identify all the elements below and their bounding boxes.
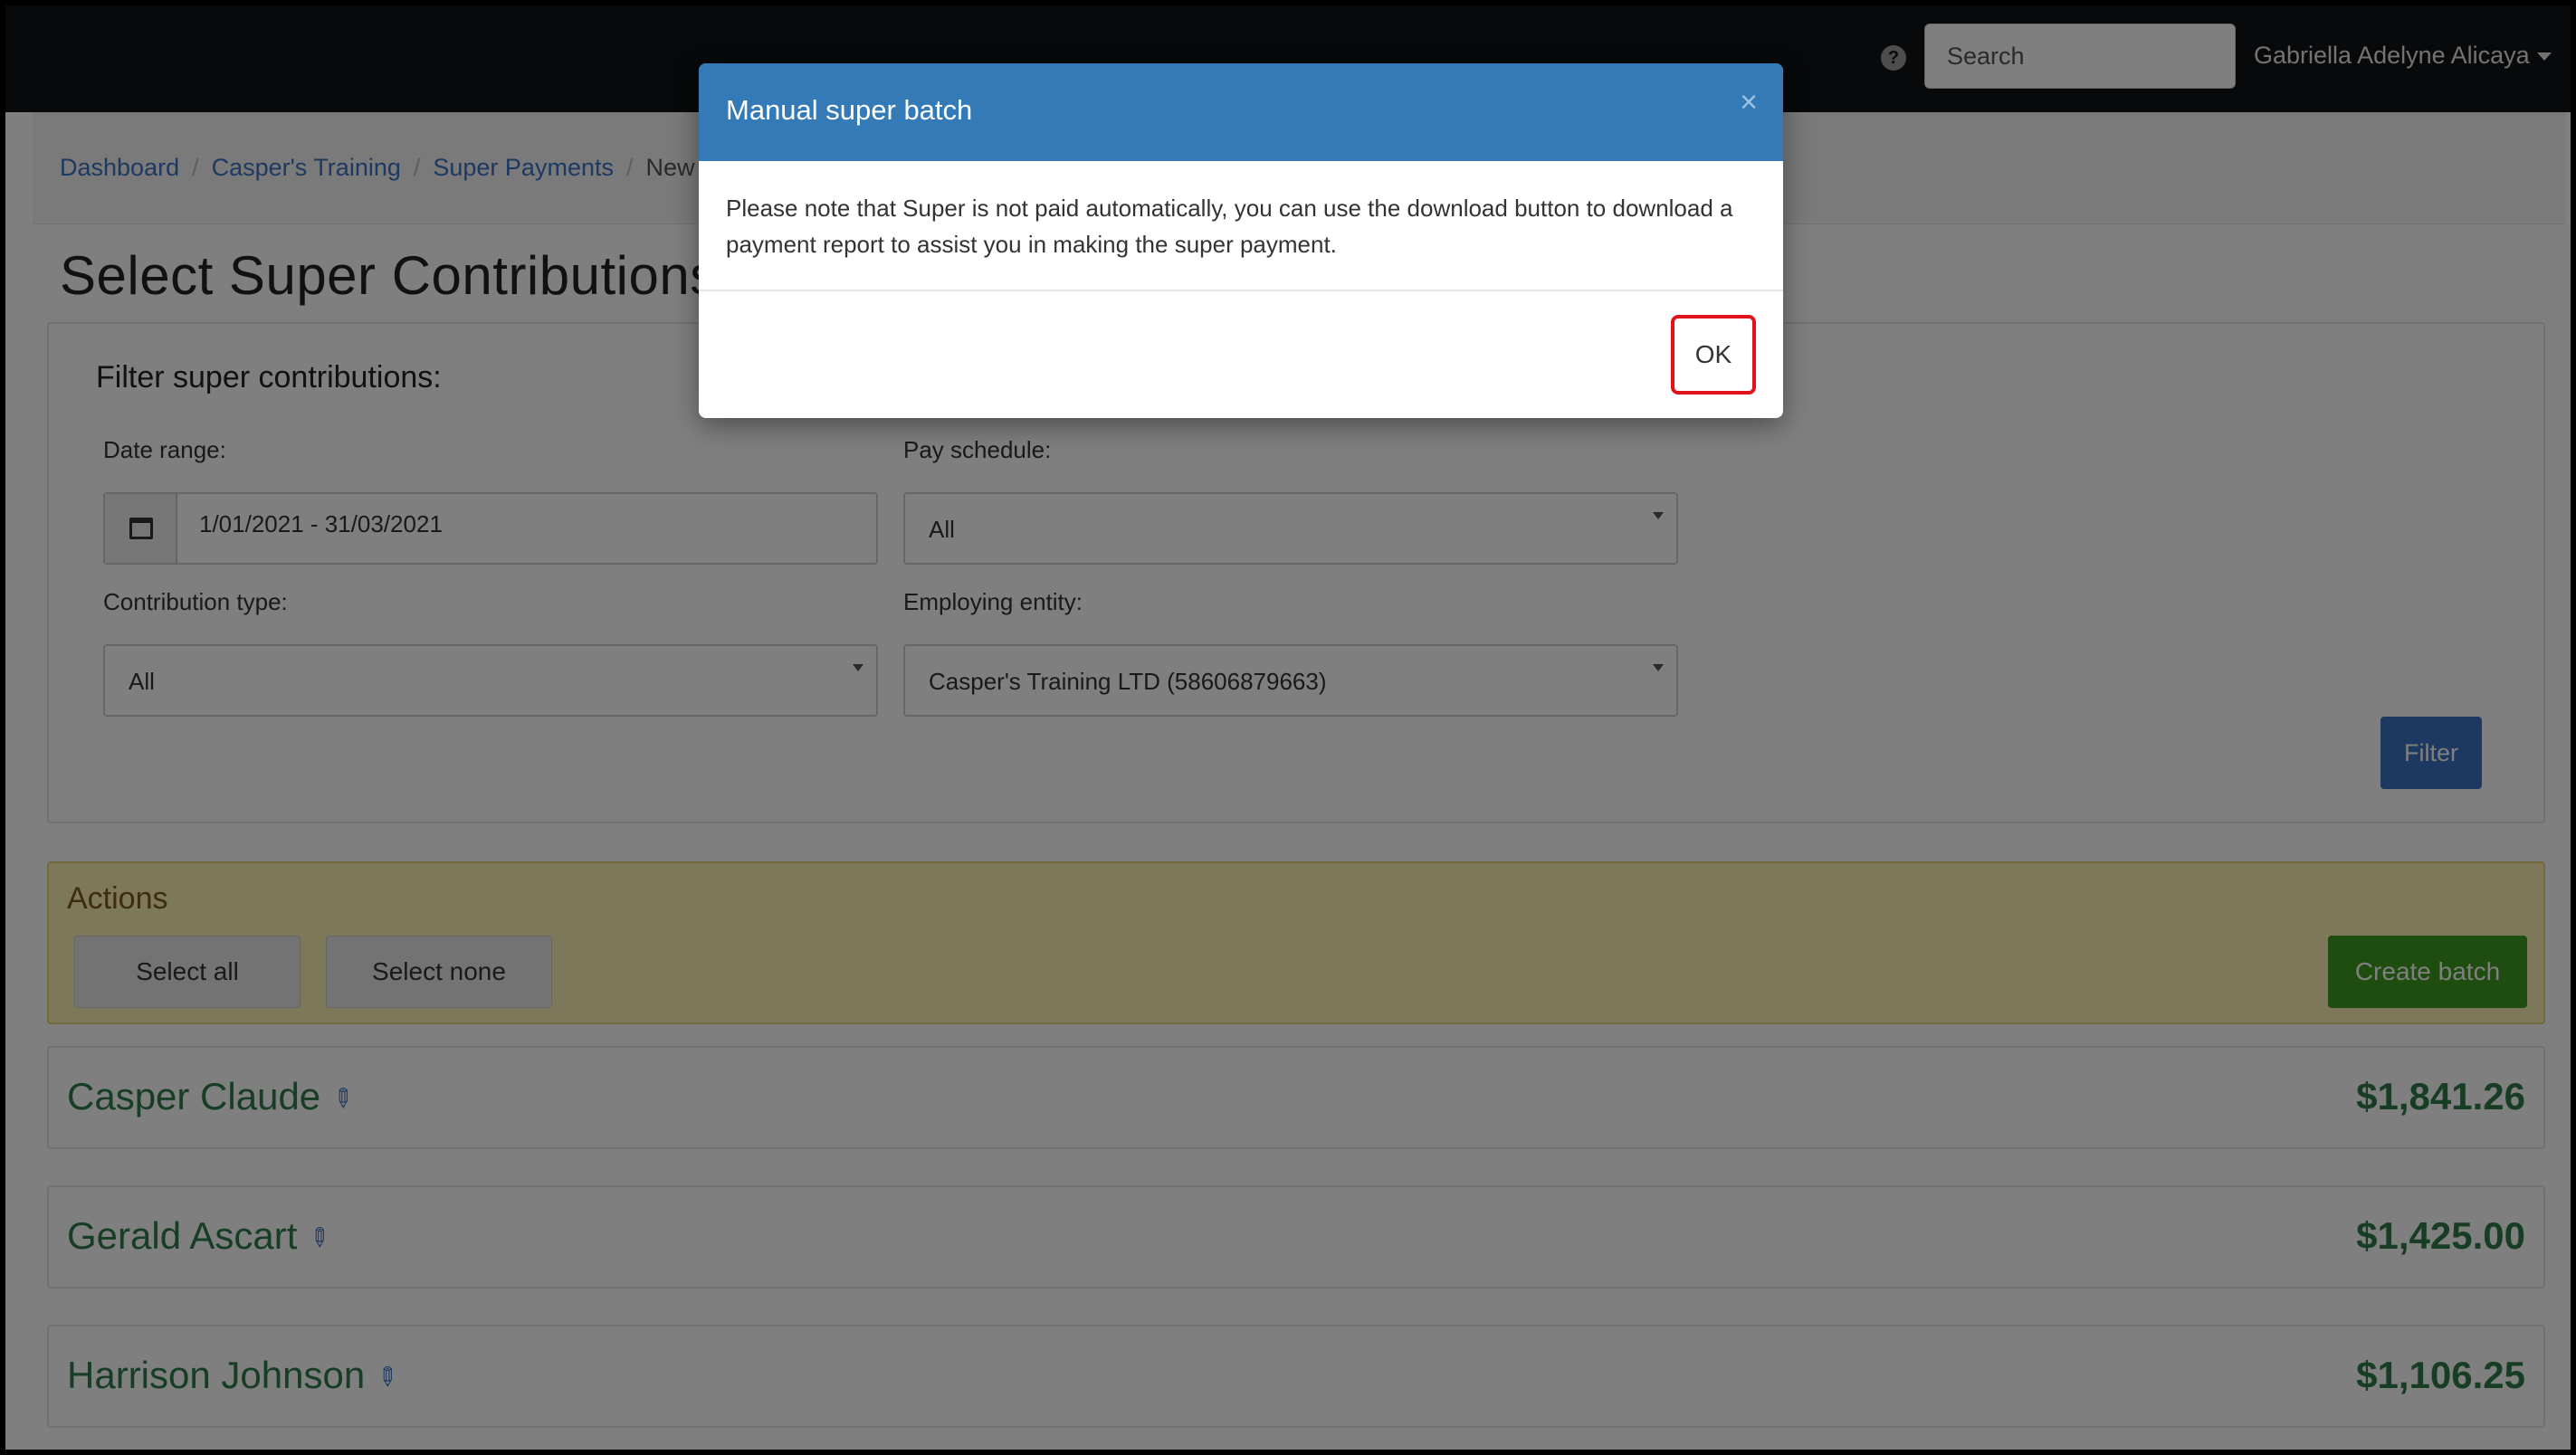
modal-message: Please note that Super is not paid autom… <box>726 195 1733 258</box>
manual-super-batch-dialog: Manual super batch × Please note that Su… <box>699 63 1783 418</box>
ok-button[interactable]: OK <box>1671 315 1756 395</box>
modal-title: Manual super batch <box>726 94 973 126</box>
close-icon[interactable]: × <box>1740 85 1758 120</box>
modal-divider <box>699 290 1783 291</box>
app-window: ? Gabriella Adelyne Alicaya Dashboard/Ca… <box>0 0 2576 1455</box>
modal-header: Manual super batch × <box>699 63 1783 161</box>
